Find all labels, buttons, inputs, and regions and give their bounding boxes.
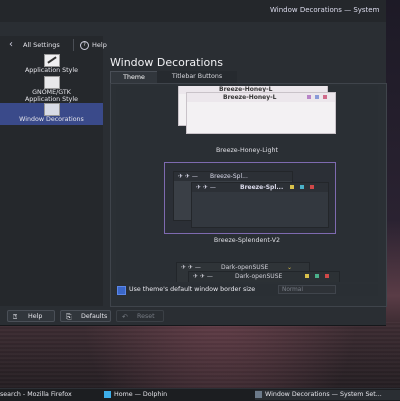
preview-window-front: ✈ ✈ — Breeze-Spl... [191,182,329,228]
chevron-down-icon: ⌄ [287,264,293,271]
taskbar-item-firefox[interactable]: search - Mozilla Firefox [0,390,104,400]
window-titlebar[interactable]: Window Decorations — System Settings [0,0,386,22]
maximize-icon [300,185,304,189]
maximize-icon [315,95,319,99]
settings-icon [255,390,262,398]
close-icon [325,274,329,278]
close-icon [310,185,314,189]
close-icon [323,95,327,99]
sidebar-item-label: GNOME/GTK Application Style [24,89,78,103]
maximize-icon [315,274,319,278]
help-icon[interactable]: ? [80,41,89,50]
preview-title: Dark-openSUSE [221,264,269,271]
help-button-label: Help [28,313,43,320]
sidebar-item-label: Application Style [24,67,78,74]
sidebar-item-label: Window Decorations [19,116,84,123]
top-navigation: ‹ All Settings ? Help [0,36,107,54]
sidebar-item-window-decorations[interactable]: Window Decorations [0,103,103,125]
pin-icons: ✈ ✈ — [193,273,213,280]
wallpaper-sea [0,322,400,388]
window-icon [43,103,60,116]
default-border-checkbox[interactable] [117,286,126,295]
undo-icon: ↶ [122,313,128,321]
minimize-icon [290,185,294,189]
taskbar-item-label: Window Decorations — System Set... [265,391,382,398]
border-size-row: Use theme's default window border size N… [116,284,378,296]
theme-item-breeze-splendent-v2[interactable]: ✈ ✈ — Breeze-Spl... ✈ ✈ — Breeze-Spl... [164,162,336,234]
taskbar-item-label: Home — Dolphin [114,391,168,398]
theme-grid[interactable]: Breeze-Honey-L Breeze-Honey-L Breeze-Hon… [116,86,378,282]
preview-title: Breeze-Spl... [240,184,284,191]
gtk-icon [43,76,60,89]
page-title: Window Decorations [110,56,223,69]
pin-icons: ✈ ✈ — [178,173,198,180]
default-border-label: Use theme's default window border size [129,286,256,293]
tab-bar: Theme Titlebar Buttons [110,71,385,84]
taskbar: search - Mozilla Firefox Home — Dolphin … [0,388,400,401]
theme-name: Breeze-Splendent-V2 [213,237,281,244]
minimize-icon [305,274,309,278]
tab-titlebar-buttons[interactable]: Titlebar Buttons [157,71,237,83]
reset-button[interactable]: ↶ Reset [116,310,164,322]
minimize-icon [307,95,311,99]
preview-title: Breeze-Honey-L [223,94,277,101]
reset-button-label: Reset [137,313,155,320]
theme-name: Breeze-Honey-Light [215,147,279,154]
system-settings-window: Window Decorations — System Settings ‹ A… [0,0,387,326]
defaults-icon: ⎘ [66,313,72,321]
defaults-button[interactable]: ⎘ Defaults [60,310,111,322]
preview-window-front: ✈ ✈ — Dark-openSUSE [188,271,340,282]
folder-icon [104,390,111,398]
preview-title: Dark-openSUSE [235,273,283,280]
nav-separator [73,39,74,51]
taskbar-item-label: search - Mozilla Firefox [0,391,72,398]
pin-icons: ✈ ✈ — [181,264,201,271]
taskbar-item-dolphin[interactable]: Home — Dolphin [104,390,249,400]
help-button[interactable]: ⍰ Help [7,310,55,322]
taskbar-item-system-settings[interactable]: Window Decorations — System Set... [255,390,400,400]
preview-window-front: Breeze-Honey-L [186,92,336,134]
sidebar-item-gnome-gtk-style[interactable]: GNOME/GTK Application Style [0,76,103,104]
pin-icons: ✈ ✈ — [196,184,216,191]
defaults-button-label: Defaults [81,313,108,320]
window-title: Window Decorations — System Settings [270,6,382,14]
back-arrow-icon[interactable]: ‹ [9,39,13,50]
border-size-select[interactable]: Normal [278,285,336,294]
preview-title: Breeze-Spl... [210,173,248,180]
sidebar-item-application-style[interactable]: Application Style [0,54,103,74]
help-link[interactable]: Help [92,41,107,49]
brush-icon [43,54,60,67]
help-icon: ⍰ [13,313,18,321]
all-settings-link[interactable]: All Settings [23,41,60,49]
